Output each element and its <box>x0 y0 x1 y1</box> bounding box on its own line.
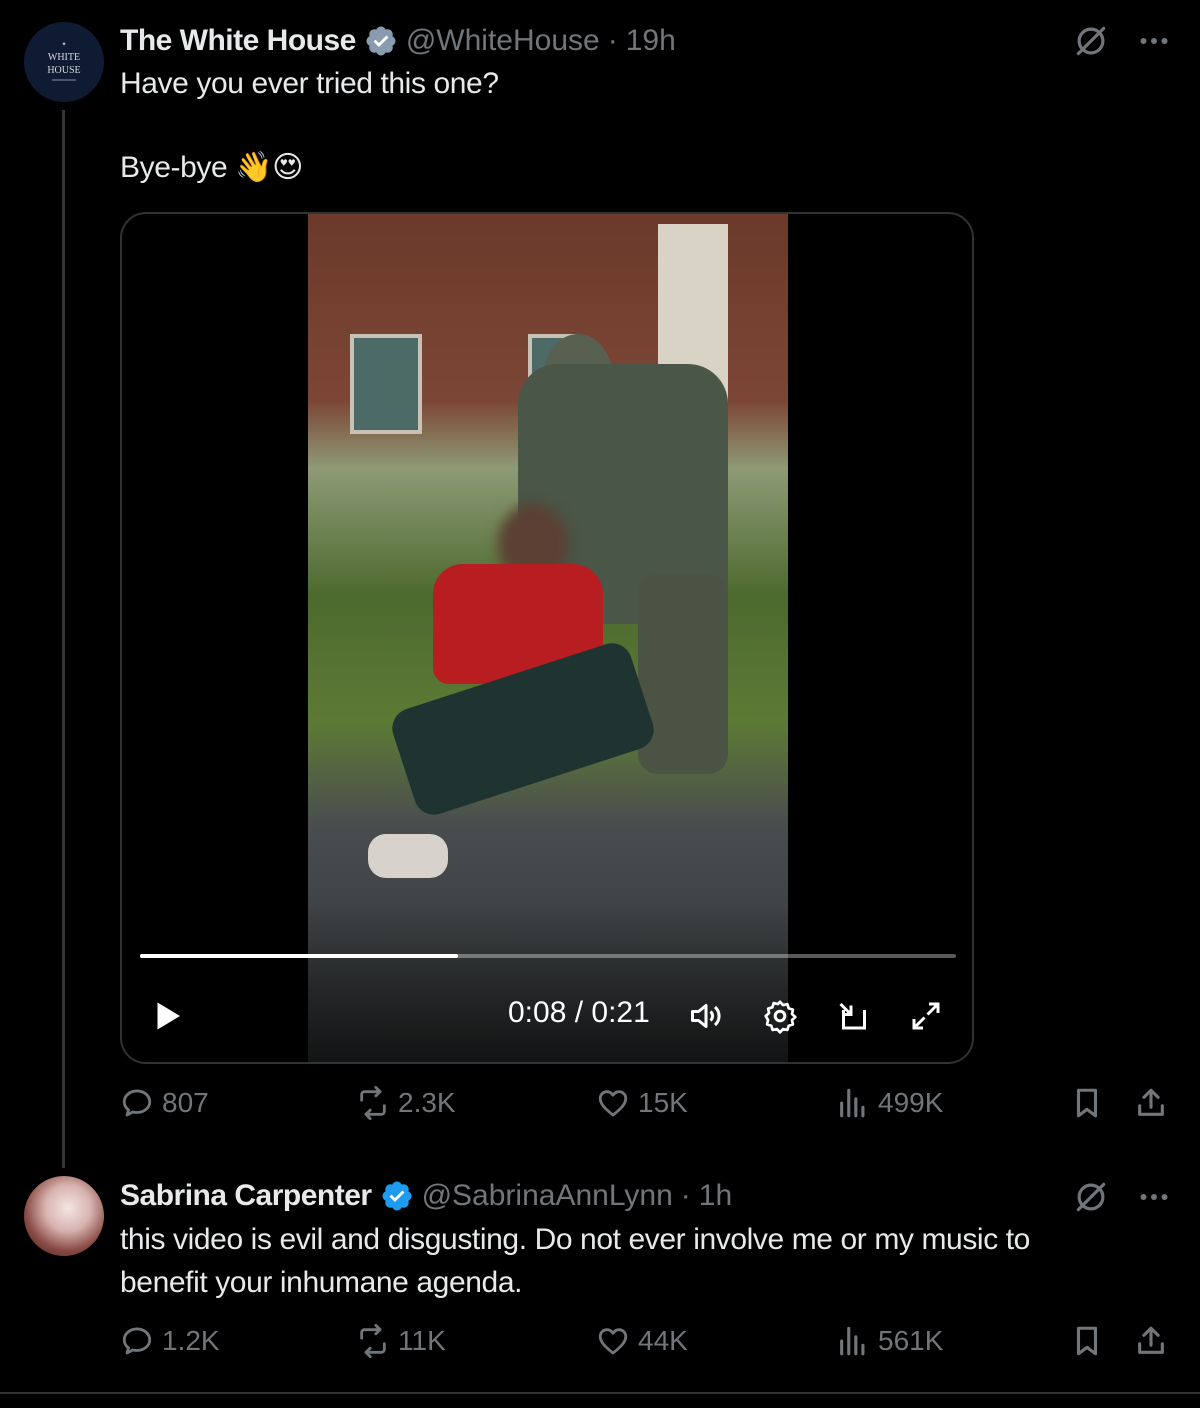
avatar-sabrina-carpenter[interactable] <box>24 1176 104 1256</box>
verified-icon <box>382 1181 412 1211</box>
share-icon <box>1138 1088 1164 1116</box>
repost-button[interactable]: 2.3K <box>356 1086 456 1120</box>
avatar-white-house[interactable]: ✦ WHITE HOUSE <box>24 22 104 102</box>
repost-icon <box>360 1086 386 1120</box>
repost-count: 11K <box>398 1325 446 1356</box>
divider <box>0 1392 1200 1394</box>
like-button[interactable]: 15K <box>596 1086 688 1120</box>
reply-count: 807 <box>162 1087 209 1118</box>
like-count: 15K <box>638 1087 688 1118</box>
like-icon <box>598 1328 628 1355</box>
tweet-header: The White House @WhiteHouse · 19h <box>120 21 676 61</box>
reply-button[interactable]: 807 <box>120 1086 209 1120</box>
views-icon <box>840 1088 865 1118</box>
repost-icon <box>360 1324 386 1358</box>
verified-icon <box>366 26 396 56</box>
video-time: 0:08 / 0:21 <box>508 996 650 1029</box>
repost-count: 2.3K <box>398 1087 456 1118</box>
person-shoe <box>368 834 448 878</box>
svg-text:WHITE: WHITE <box>48 52 80 63</box>
like-button[interactable]: 44K <box>596 1324 688 1358</box>
tweet-text-line-1: Have you ever tried this one? <box>120 67 499 100</box>
grok-icon[interactable] <box>1072 1178 1110 1216</box>
separator-dot: · <box>680 1179 691 1212</box>
like-icon <box>598 1090 628 1117</box>
reply-header: Sabrina Carpenter @SabrinaAnnLynn · 1h <box>120 1176 732 1216</box>
bookmark-button[interactable] <box>1070 1324 1104 1358</box>
building-window <box>350 334 422 434</box>
progress-fill <box>140 954 459 958</box>
more-icon[interactable] <box>1136 23 1172 59</box>
reply-actions: 1.2K 11K 44K 561K <box>120 1324 1172 1368</box>
views-icon <box>840 1326 865 1356</box>
svg-text:✦: ✦ <box>61 41 66 48</box>
volume-icon[interactable] <box>688 998 724 1034</box>
author-handle[interactable]: @WhiteHouse <box>406 24 600 58</box>
reply-text-line-2: benefit your inhumane agenda. <box>120 1266 523 1299</box>
tweet-time[interactable]: 1h <box>699 1179 732 1213</box>
settings-icon[interactable] <box>762 998 798 1034</box>
progress-bar[interactable] <box>140 954 956 958</box>
views-button[interactable]: 561K <box>836 1324 943 1358</box>
bookmark-button[interactable] <box>1070 1086 1104 1120</box>
timeline: ✦ WHITE HOUSE The White House @WhiteHous… <box>0 0 1200 1408</box>
views-button[interactable]: 499K <box>836 1086 943 1120</box>
tweet-actions: 807 2.3K 15K 499K <box>120 1086 1172 1130</box>
bookmark-icon <box>1076 1088 1098 1118</box>
reply-text-line-1: this video is evil and disgusting. Do no… <box>120 1223 1030 1256</box>
more-icon[interactable] <box>1136 1179 1172 1215</box>
separator-dot: · <box>607 24 618 57</box>
reply-count: 1.2K <box>162 1325 220 1356</box>
bookmark-icon <box>1076 1326 1098 1356</box>
reply-icon <box>122 1327 152 1355</box>
share-button[interactable] <box>1134 1324 1168 1358</box>
repost-button[interactable]: 11K <box>356 1324 446 1358</box>
like-count: 44K <box>638 1325 688 1356</box>
controls-gradient <box>122 902 972 1062</box>
svg-text:HOUSE: HOUSE <box>47 65 80 76</box>
reply-button[interactable]: 1.2K <box>120 1324 220 1358</box>
view-count: 499K <box>878 1087 944 1118</box>
share-icon <box>1138 1326 1164 1354</box>
share-button[interactable] <box>1134 1086 1168 1120</box>
author-name[interactable]: Sabrina Carpenter <box>120 1179 372 1213</box>
officer-legs <box>638 574 728 774</box>
thread-line <box>62 110 65 1168</box>
play-icon[interactable] <box>150 998 186 1034</box>
fullscreen-icon[interactable] <box>908 998 944 1034</box>
video-player[interactable]: 0:08 / 0:21 <box>120 212 974 1064</box>
grok-icon[interactable] <box>1072 22 1110 60</box>
author-handle[interactable]: @SabrinaAnnLynn <box>422 1179 673 1213</box>
pip-icon[interactable] <box>836 998 872 1034</box>
reply-top-icons <box>1072 1178 1172 1216</box>
author-name[interactable]: The White House <box>120 24 356 58</box>
tweet-time[interactable]: 19h <box>626 24 676 58</box>
tweet-text-line-2: Bye-bye 👋😍 <box>120 151 304 184</box>
reply-icon <box>122 1089 152 1117</box>
view-count: 561K <box>878 1325 944 1356</box>
video-controls: 0:08 / 0:21 <box>122 994 972 1038</box>
white-house-seal-icon: ✦ WHITE HOUSE <box>24 22 104 102</box>
tweet-top-icons <box>1072 22 1172 60</box>
